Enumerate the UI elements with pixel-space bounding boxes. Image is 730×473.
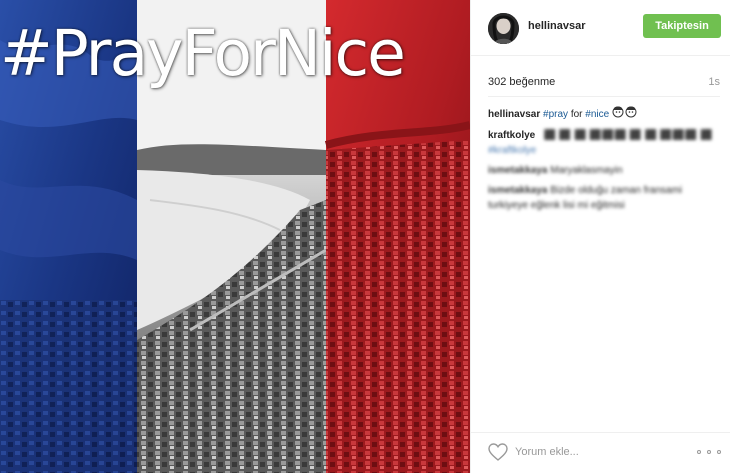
post-header: hellinavsar Takiptesin: [471, 0, 730, 56]
post-stats: 302 beğenme 1s: [488, 76, 720, 88]
more-options-icon[interactable]: [697, 443, 721, 461]
heart-outline-icon[interactable]: [488, 443, 508, 461]
post-image[interactable]: #PrayForNice: [0, 0, 470, 473]
list-item: kraftkolye ⬛ ⬛ ⬛ ⬛⬛⬛ ⬛ ⬛ ⬛⬛⬛ ⬛ #kraftkol…: [488, 128, 724, 158]
following-button[interactable]: Takiptesin: [643, 14, 721, 38]
post-side-panel: hellinavsar Takiptesin 302 beğenme 1s he…: [470, 0, 730, 473]
list-item: ismetakkaya Maryaklasmayin: [488, 163, 724, 178]
crying-face-emoji-icon: [612, 106, 638, 123]
comment-username[interactable]: ismetakkaya: [488, 185, 548, 196]
comment-text: Maryaklasmayin: [550, 165, 623, 176]
avatar-photo: [488, 13, 519, 44]
caption-username[interactable]: hellinavsar: [488, 109, 540, 120]
list-item: ismetakkaya Bizde olduğu zaman fransami …: [488, 183, 724, 213]
hashtag-link[interactable]: #pray: [543, 109, 568, 120]
add-comment-input[interactable]: [515, 443, 665, 461]
caption: hellinavsar #pray for #nice: [488, 106, 724, 123]
caption-word: for: [570, 109, 583, 121]
post-author-username[interactable]: hellinavsar: [528, 20, 585, 32]
likes-count[interactable]: 302 beğenme: [488, 76, 555, 88]
post-footer: [471, 432, 730, 473]
comments-list: hellinavsar #pray for #nice kraftkolye ⬛…: [488, 106, 724, 218]
avatar[interactable]: [488, 13, 519, 44]
post-time[interactable]: 1s: [708, 76, 720, 88]
hashtag-link[interactable]: #nice: [585, 109, 609, 120]
pray-for-nice-overlay-text: #PrayForNice: [0, 17, 406, 90]
divider: [488, 96, 720, 97]
comment-username[interactable]: kraftkolye: [488, 130, 535, 141]
comment-username[interactable]: ismetakkaya: [488, 165, 548, 176]
